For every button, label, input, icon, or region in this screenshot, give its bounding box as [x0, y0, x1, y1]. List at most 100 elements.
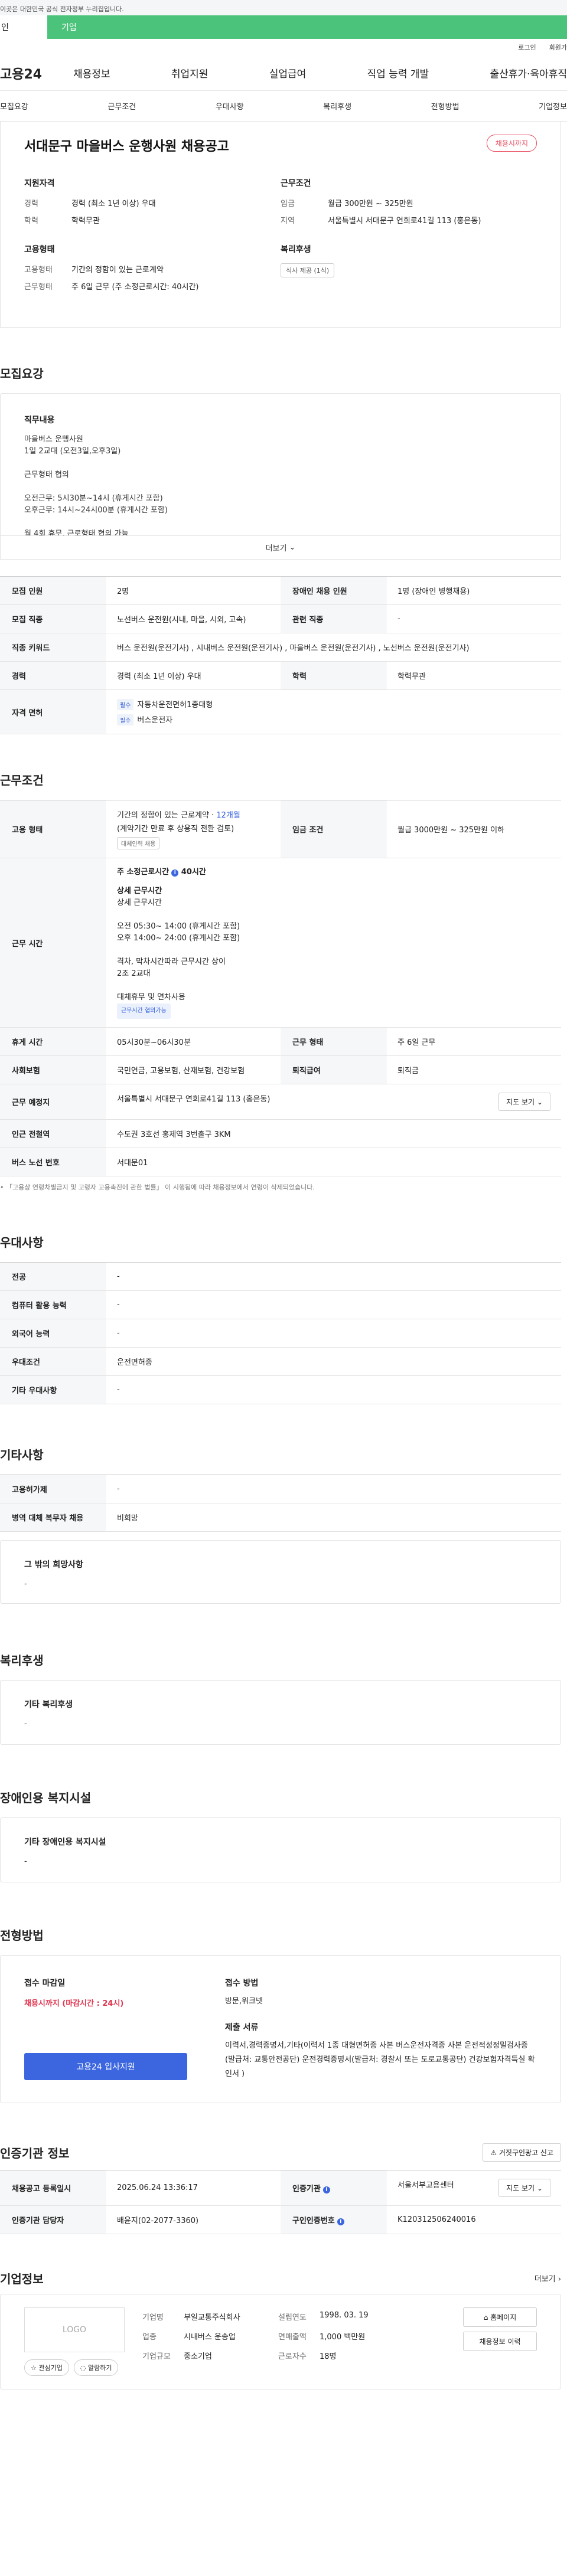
tab-company[interactable]: 기업 — [47, 15, 567, 39]
more-label: 더보기 — [265, 544, 287, 553]
info-icon[interactable]: i — [171, 869, 179, 877]
age-discrimination-note: • 「고용상 연령차별금지 및 고령자 고용촉진에 관한 법률」 이 시행됨에 … — [0, 1184, 315, 1191]
anchor-company[interactable]: 기업정보 — [539, 100, 567, 112]
sales-value: 1,000 백만원 — [320, 2333, 366, 2342]
prefer-table: 전공 - 컴퓨터 활용 능력 - 외국어 능력 - 우대조건 운전면허증 기타 우대사항… — [0, 1262, 561, 1404]
duty-line — [24, 457, 537, 469]
wage-value: 월급 300만원 ~ 325만원 — [328, 200, 413, 208]
gnb-item-parental-leave[interactable]: 출산휴가·육아휴직 — [490, 66, 567, 80]
company-box: LOGO ☆ 관심기업 ◌ 알람하기 기업명 부일교통주식회사 설립연도 199… — [0, 2294, 561, 2389]
company-size-label: 기업규모 — [142, 2352, 171, 2361]
company-info-grid: 기업명 부일교통주식회사 설립연도 1998. 03. 19 업종 시내버스 운… — [125, 2307, 463, 2376]
join-link[interactable]: 회원가 — [549, 43, 567, 52]
employees-value: 18명 — [320, 2352, 337, 2361]
agency-header: 인증기관 정보 ⚠ 거짓구인광고 신고 — [0, 2143, 561, 2162]
gnb-item-employment-support[interactable]: 취업지원 — [171, 66, 208, 80]
career-label: 경력 — [0, 661, 106, 690]
anchor-preferences[interactable]: 우대사항 — [216, 100, 244, 112]
disabled-headcount-value: 1명 (장애인 병행채용) — [387, 576, 561, 605]
company-more-link[interactable]: 더보기 › — [535, 2273, 561, 2284]
agency-map-button[interactable]: 지도 보기 ⌄ — [498, 2179, 550, 2197]
summary-qualification: 지원자격 경력 경력 (최소 1년 이상) 우대 학력 학력무관 — [24, 177, 281, 225]
work-days-label: 근무형태 — [24, 283, 53, 292]
employment-heading: 고용형태 — [24, 245, 55, 254]
chevron-down-icon: ⌄ — [289, 543, 296, 552]
map-view-button[interactable]: 지도 보기 ⌄ — [498, 1093, 550, 1111]
anchor-recruit[interactable]: 모집요강 — [0, 100, 28, 112]
agency-table: 채용공고 등록일시 2025.06.24 13:36:17 인증기관 i 서울서부… — [0, 2170, 561, 2234]
map-btn-label: 지도 보기 — [506, 1098, 535, 1106]
job-category-label: 모집 직종 — [0, 604, 106, 633]
duty-line: 마을버스 운행사원 — [24, 435, 83, 444]
welfare-etc-heading: 기타 복리후생 — [24, 1700, 73, 1709]
duty-box: 직무내용 마을버스 운행사원 1일 2교대 (오전3일,오후3일) 근무형태 협… — [0, 393, 561, 536]
gov-notice-bar: 이곳은 대한민국 공식 전자정부 누리집입니다. — [0, 0, 567, 15]
disabled-etc-value: - — [24, 1857, 27, 1866]
gnb-item-jobs[interactable]: 채용정보 — [73, 66, 110, 80]
employment-type-label: 고용형태 — [24, 266, 53, 274]
prefer-condition-label: 우대조건 — [0, 1347, 106, 1376]
report-icon: ⚠ — [490, 2149, 497, 2157]
gnb-item-unemployment-benefit[interactable]: 실업급여 — [269, 66, 307, 80]
workplace-value: 서울특별시 서대문구 연희로41길 113 (홍은동) — [117, 1095, 271, 1104]
hope-value: - — [24, 1580, 27, 1588]
agency-label-text: 인증기관 — [292, 2185, 321, 2193]
career-value: 경력 (최소 1년 이상) 우대 — [106, 661, 281, 690]
apply-button[interactable]: 고용24 입사지원 — [24, 2053, 187, 2080]
related-job-label: 관련 직종 — [281, 604, 387, 633]
qualification-heading: 지원자격 — [24, 179, 55, 188]
page-bottom-spacer — [0, 2389, 567, 2413]
map-btn-label: 지도 보기 — [506, 2184, 535, 2192]
registered-at-value: 2025.06.24 13:36:17 — [106, 2170, 281, 2206]
alarm-button[interactable]: ◌ 알람하기 — [73, 2359, 119, 2376]
tab-personal[interactable]: 인 — [0, 15, 47, 39]
utility-menu: 로그인 회원가 — [0, 39, 567, 55]
info-icon[interactable]: i — [322, 2186, 330, 2193]
user-type-tabs: 인 기업 — [0, 15, 567, 39]
prefer-section-title: 우대사항 — [0, 1235, 44, 1250]
disabled-section-title: 장애인용 복지시설 — [0, 1791, 92, 1805]
homepage-button[interactable]: ⌂ 홈페이지 — [463, 2307, 537, 2327]
welfare-box: 기타 복리후생 - — [0, 1680, 561, 1745]
site-logo[interactable]: 고용24 — [0, 64, 71, 83]
workplace-label: 근무 예정지 — [0, 1084, 106, 1120]
required-tag: 필수 — [117, 714, 134, 725]
anchor-selection[interactable]: 전형방법 — [431, 100, 460, 112]
work-table: 고용 형태 기간의 정함이 있는 근로계약 · 12개월 (계약기간 만료 후 … — [0, 800, 561, 1176]
employment-type-note: (계약기간 만료 후 상용직 전환 검토) — [117, 825, 234, 833]
summary-conditions: 근무조건 임금 월급 300만원 ~ 325만원 지역 서울특별시 서대문구 연희로… — [281, 177, 537, 225]
prefer-etc-label: 기타 우대사항 — [0, 1375, 106, 1404]
duty-line — [24, 481, 537, 493]
favorite-company-button[interactable]: ☆ 관심기업 — [24, 2359, 69, 2376]
deadline-heading: 접수 마감일 — [24, 1979, 66, 1988]
disabled-box: 기타 장애인용 복지시설 - — [0, 1817, 561, 1882]
work-hours-cell: 주 소정근로시간 i 40시간 상세 근무시간 상세 근무시간 오전 05:30~… — [106, 858, 561, 1028]
job-title: 서대문구 마을버스 운행사원 채용공고 — [24, 139, 229, 154]
info-icon[interactable]: i — [337, 2218, 344, 2225]
employees-label: 근로자수 — [278, 2352, 307, 2361]
job-category-value: 노선버스 운전원(시내, 마을, 시외, 고속) — [106, 604, 281, 633]
cert-number-label: 구인인증번호 i — [281, 2205, 387, 2234]
method-value: 방문,워크넷 — [225, 1997, 263, 2006]
welfare-heading: 복리후생 — [281, 245, 311, 254]
login-link[interactable]: 로그인 — [518, 43, 536, 52]
report-false-ad-button[interactable]: ⚠ 거짓구인광고 신고 — [483, 2143, 561, 2162]
homepage-label: 홈페이지 — [490, 2313, 517, 2322]
company-size-value: 중소기업 — [184, 2352, 212, 2361]
gnb-item-vocational-training[interactable]: 직업 능력 개발 — [367, 66, 429, 80]
duty-more-button[interactable]: 더보기 ⌄ — [0, 536, 561, 560]
job-keyword-label: 직종 키워드 — [0, 633, 106, 662]
job-history-button[interactable]: 채용정보 이력 — [463, 2332, 537, 2351]
company-section-title: 기업정보 — [0, 2272, 44, 2286]
chevron-down-icon: ⌄ — [536, 2184, 543, 2192]
apply-section-title: 전형방법 — [0, 1928, 44, 1943]
anchor-work-conditions[interactable]: 근무조건 — [107, 100, 136, 112]
anchor-welfare[interactable]: 복리후생 — [323, 100, 351, 112]
employment-type-value: 기간의 정함이 있는 근로계약 — [71, 266, 164, 274]
recruit-section-title: 모집요강 — [0, 367, 44, 381]
duty-line: 월 4회 휴무, 근로형태 협의 가능 — [24, 529, 129, 536]
education-label: 학력 — [281, 661, 387, 690]
cert-number-value: K120312506240016 — [387, 2205, 561, 2234]
deadline-badge: 채용시까지 — [486, 135, 537, 152]
military-label: 병역 대체 복무자 채용 — [0, 1503, 106, 1532]
